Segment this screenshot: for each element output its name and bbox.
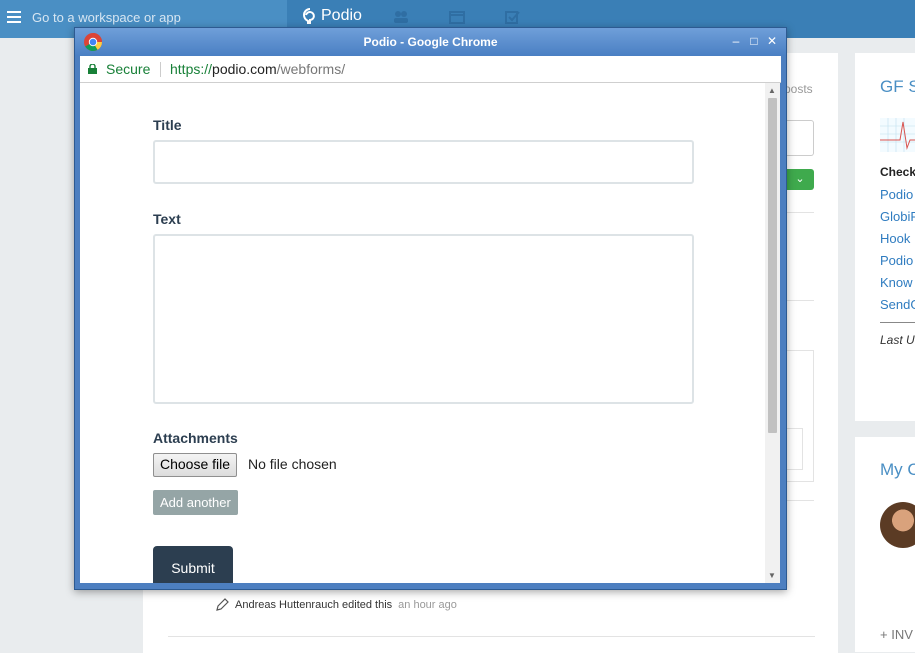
invite-link[interactable]: + INV xyxy=(880,627,913,642)
widget-link[interactable]: Podio xyxy=(880,187,913,202)
title-field-label: Title xyxy=(153,117,182,133)
submit-button[interactable]: Submit xyxy=(153,546,233,583)
text-textarea[interactable] xyxy=(153,234,694,404)
webform-content: Title Text Attachments Choose file No fi… xyxy=(80,83,765,583)
widget-link[interactable]: Podio xyxy=(880,253,913,268)
divider xyxy=(786,500,814,501)
chrome-popup-window: Podio - Google Chrome – □ ✕ Secure https… xyxy=(74,27,787,590)
widget-title[interactable]: GF St xyxy=(880,77,915,97)
workspace-search-input[interactable]: Go to a workspace or app xyxy=(32,10,181,25)
background-card-inner-edge xyxy=(786,428,803,470)
scrollbar-thumb[interactable] xyxy=(768,98,777,433)
maximize-icon[interactable]: □ xyxy=(748,35,760,47)
choose-file-button[interactable]: Choose file xyxy=(153,453,238,477)
background-input-edge xyxy=(786,120,814,156)
divider xyxy=(168,636,815,637)
attachments-label: Attachments xyxy=(153,430,238,446)
minimize-icon[interactable]: – xyxy=(730,35,742,47)
no-file-chosen-text: No file chosen xyxy=(248,456,337,472)
url-path: /webforms/ xyxy=(276,61,346,77)
activity-time: an hour ago xyxy=(398,598,457,611)
page-url[interactable]: https://podio.com/webforms/ xyxy=(170,61,345,77)
scroll-up-icon[interactable]: ▲ xyxy=(768,86,776,95)
posts-label: posts xyxy=(784,82,813,96)
contacts-icon[interactable] xyxy=(393,10,409,24)
activity-entry: Andreas Huttenrauch edited this an hour … xyxy=(216,598,457,611)
tasks-icon[interactable] xyxy=(505,10,521,24)
widget-check-heading: Check xyxy=(880,165,915,179)
title-input[interactable] xyxy=(153,140,694,184)
widget-last-updated: Last U xyxy=(880,333,915,347)
scroll-down-icon[interactable]: ▼ xyxy=(768,571,776,580)
lock-icon xyxy=(88,64,97,74)
calendar-icon[interactable] xyxy=(449,10,465,24)
widget-link[interactable]: SendG xyxy=(880,297,915,312)
window-titlebar[interactable]: Podio - Google Chrome – □ ✕ xyxy=(75,28,786,56)
divider xyxy=(160,62,161,77)
scrollbar[interactable]: ▲ ▼ xyxy=(765,83,780,583)
background-dropdown-button[interactable]: ⌄ xyxy=(786,169,814,190)
podio-logo[interactable]: Podio xyxy=(303,7,362,25)
url-host: podio.com xyxy=(212,61,277,77)
status-chart-image xyxy=(880,118,915,152)
close-icon[interactable]: ✕ xyxy=(766,35,778,47)
divider xyxy=(786,300,814,301)
menu-icon[interactable] xyxy=(7,11,21,23)
url-scheme: https:// xyxy=(170,61,213,77)
widget-link[interactable]: Hook xyxy=(880,231,910,246)
activity-text: Andreas Huttenrauch edited this xyxy=(235,598,393,611)
text-field-label: Text xyxy=(153,211,181,227)
podio-logo-icon xyxy=(303,8,315,24)
divider xyxy=(786,212,814,213)
add-another-button[interactable]: Add another xyxy=(153,490,238,515)
address-bar[interactable]: Secure https://podio.com/webforms/ xyxy=(80,56,781,83)
widget-title-members[interactable]: My C xyxy=(880,460,915,480)
widget-link[interactable]: Know xyxy=(880,275,913,290)
widget-link[interactable]: GlobiF xyxy=(880,209,915,224)
pencil-icon xyxy=(216,598,229,611)
secure-label: Secure xyxy=(106,61,151,77)
podio-logo-text: Podio xyxy=(321,7,362,24)
window-title: Podio - Google Chrome xyxy=(363,35,498,49)
divider xyxy=(880,322,915,323)
